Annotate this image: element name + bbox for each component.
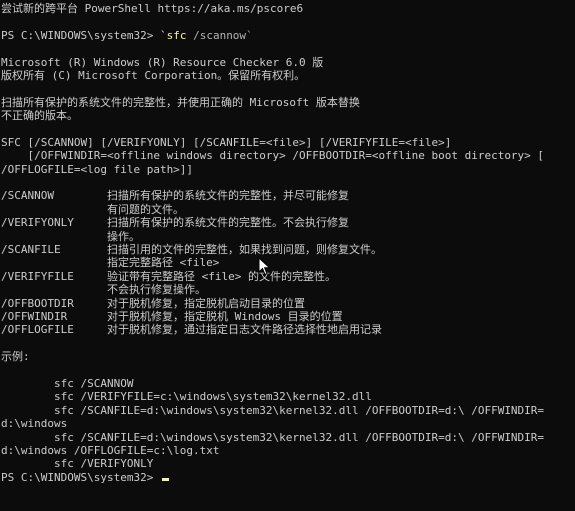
output-line: 操作。 [1, 229, 140, 243]
output-line: d:\windows /OFFLOGFILE=c:\log.txt [1, 443, 220, 457]
output-line: sfc /SCANNOW [1, 376, 134, 390]
command-output: Microsoft (R) Windows (R) Resource Check… [1, 56, 575, 471]
output-line: sfc /SCANFILE=d:\windows\system32\kernel… [1, 430, 545, 444]
output-line: sfc /VERIFYFILE=c:\windows\system32\kern… [1, 390, 372, 404]
output-line: /OFFWINDIR 对于脱机修复，指定脱机 Windows 目录的位置 [1, 309, 343, 323]
output-line: sfc /VERIFYONLY [1, 457, 154, 471]
output-line: 不正确的版本。 [1, 109, 78, 123]
prompt-line[interactable]: PS C:\WINDOWS\system32> [1, 471, 575, 484]
output-line: 有问题的文件。 [1, 202, 184, 216]
output-line: Microsoft (R) Windows (R) Resource Check… [1, 55, 324, 69]
output-line: sfc /SCANFILE=d:\windows\system32\kernel… [1, 403, 545, 417]
output-line: /OFFBOOTDIR 对于脱机修复，指定脱机启动目录的位置 [1, 296, 305, 310]
output-line: 示例: [1, 350, 30, 364]
text-cursor [161, 477, 169, 481]
output-line: /SCANNOW 扫描所有保护的系统文件的完整性，并尽可能修复 [1, 189, 349, 203]
output-line: d:\windows [1, 417, 68, 431]
output-line: 不会执行修复操作。 [1, 283, 206, 297]
output-line: SFC [/SCANNOW] [/VERIFYONLY] [/SCANFILE=… [1, 135, 452, 149]
banner-line: 尝试新的跨平台 PowerShell https://aka.ms/pscore… [1, 2, 304, 15]
output-line: /OFFLOGFILE 对于脱机修复，通过指定日志文件路径选择性地启用记录 [1, 323, 382, 337]
output-line: /VERIFYFILE 验证带有完整路径 <file> 的文件的完整性。 [1, 269, 336, 283]
output-line: /SCANFILE 扫描引用的文件的完整性，如果找到问题，则修复文件。 [1, 243, 382, 257]
output-line: /OFFLOGFILE=<log file path>]] [1, 162, 194, 176]
command-name: `sfc [159, 28, 187, 42]
prompt: PS C:\WINDOWS\system32> [1, 470, 160, 484]
output-line: /VERIFYONLY 扫描所有保护的系统文件的完整性。不会执行修复 [1, 216, 349, 230]
command-args: /scannow` [186, 28, 253, 42]
powershell-terminal[interactable]: 尝试新的跨平台 PowerShell https://aka.ms/pscore… [0, 0, 575, 511]
output-line: 指定完整路径 <file> [1, 256, 220, 270]
prompt: PS C:\WINDOWS\system32> [1, 28, 160, 42]
output-line: [/OFFWINDIR=<offline windows directory> … [1, 149, 545, 163]
output-line: 扫描所有保护的系统文件的完整性，并使用正确的 Microsoft 版本替换 [1, 95, 360, 109]
output-line: 版权所有 (C) Microsoft Corporation。保留所有权利。 [1, 68, 306, 82]
mouse-pointer-icon [258, 257, 271, 276]
command-line: PS C:\WINDOWS\system32> `sfc /scannow` [1, 29, 575, 42]
